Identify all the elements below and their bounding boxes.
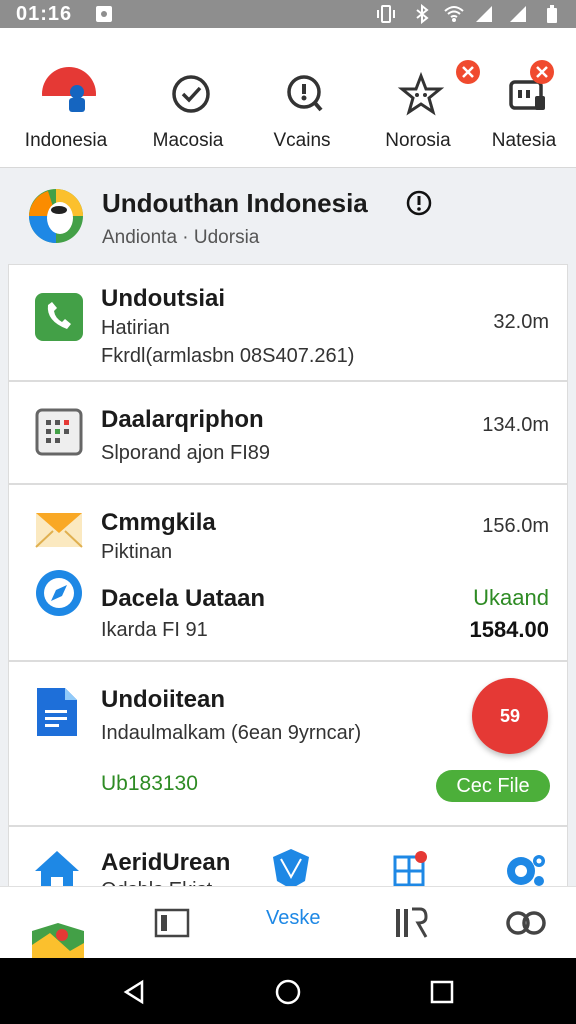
maps-icon[interactable] <box>30 921 86 961</box>
nav-active-label[interactable]: Veske <box>266 907 320 930</box>
recents-icon[interactable] <box>428 978 456 1006</box>
item-size: 156.0m <box>482 515 549 537</box>
tab-vcains[interactable]: Vcains <box>244 28 360 168</box>
info-icon[interactable] <box>406 190 432 216</box>
item-title: Cmmgkila <box>101 509 216 536</box>
battery-icon <box>547 5 557 23</box>
tab-macosia[interactable]: Macosia <box>130 28 246 168</box>
notification-icon <box>96 6 112 22</box>
item-subtitle: Hatirian <box>101 317 170 339</box>
calendar-icon <box>35 408 83 456</box>
page-title: Undouthan Indonesia <box>102 188 368 218</box>
item-title: Daalarqriphon <box>101 406 264 433</box>
item-subtitle: Piktinan <box>101 541 173 563</box>
window-icon[interactable] <box>154 905 190 941</box>
sub-item-detail: Ikarda FI 91 <box>101 619 208 641</box>
close-badge-icon[interactable] <box>530 60 554 84</box>
item-title: Undoutsiai <box>101 285 225 312</box>
list-item[interactable]: Daalarqriphon Slporand ajon FI89 134.0m <box>8 381 568 484</box>
list-item[interactable]: Cmmgkila Piktinan 156.0m Dacela Uataan I… <box>8 484 568 661</box>
profile-flag-icon <box>42 67 96 122</box>
tab-indonesia[interactable]: Indonesia <box>8 28 124 168</box>
tab-label: Norosia <box>385 130 451 151</box>
item-subtitle: Indaulmalkam (6ean 9yrncar) <box>101 722 362 744</box>
item-size: 134.0m <box>482 414 549 436</box>
list-item[interactable]: Undoutsiai Hatirian Fkrdl(armlasbn 08S40… <box>8 264 568 381</box>
sub-item-title: Dacela Uataan <box>101 585 266 612</box>
item-detail: Fkrdl(armlasbn 08S407.261) <box>101 345 355 367</box>
settings-icon[interactable] <box>503 851 547 891</box>
status-bar: 01:16 <box>0 0 576 28</box>
compass-icon <box>36 570 82 616</box>
star-icon <box>397 71 445 116</box>
mail-icon <box>35 513 83 548</box>
bars-icon[interactable] <box>392 905 428 941</box>
item-title: AeridUrean <box>101 849 231 876</box>
sub-item-status: Ukaand <box>473 585 549 610</box>
top-tab-bar: Indonesia Macosia Vcains Norosia Natesia <box>0 28 576 191</box>
item-subtitle: Slporand ajon FI89 <box>101 442 271 464</box>
shield-icon[interactable] <box>269 847 313 891</box>
vibrate-icon <box>377 5 395 23</box>
item-size: 32.0m <box>493 311 549 333</box>
grid-icon[interactable] <box>393 851 429 887</box>
sub-item-value: 1584.00 <box>469 617 549 642</box>
page-subtitle: Andionta · Udorsia <box>102 227 260 248</box>
wifi-icon <box>444 6 464 22</box>
item-code: Ub183130 <box>101 772 198 795</box>
tab-natesia[interactable]: Natesia <box>466 28 576 168</box>
bluetooth-icon <box>416 4 429 24</box>
status-time: 01:16 <box>16 3 73 25</box>
back-icon[interactable] <box>120 978 148 1006</box>
link-icon[interactable] <box>504 905 550 941</box>
search-icon <box>287 75 323 112</box>
page-header: Undouthan Indonesia Andionta · Udorsia <box>0 170 576 262</box>
bottom-nav-bar: Veske <box>0 886 576 961</box>
signal-icon-2 <box>510 6 526 22</box>
document-icon <box>37 688 77 736</box>
tab-norosia[interactable]: Norosia <box>360 28 480 168</box>
signal-icon <box>476 6 492 22</box>
system-nav-bar <box>0 958 576 1024</box>
tab-label: Vcains <box>273 130 331 151</box>
tab-label: Natesia <box>491 130 557 151</box>
tab-label: Indonesia <box>24 130 108 151</box>
item-title: Undoiitean <box>101 686 225 713</box>
phone-icon <box>35 293 83 341</box>
check-circle-icon <box>172 75 210 113</box>
file-button[interactable]: Cec File <box>436 770 550 802</box>
app-logo-icon <box>29 189 83 243</box>
tab-label: Macosia <box>152 130 224 151</box>
floating-action-button[interactable]: 59 <box>472 678 548 754</box>
home-button-icon[interactable] <box>274 978 302 1006</box>
